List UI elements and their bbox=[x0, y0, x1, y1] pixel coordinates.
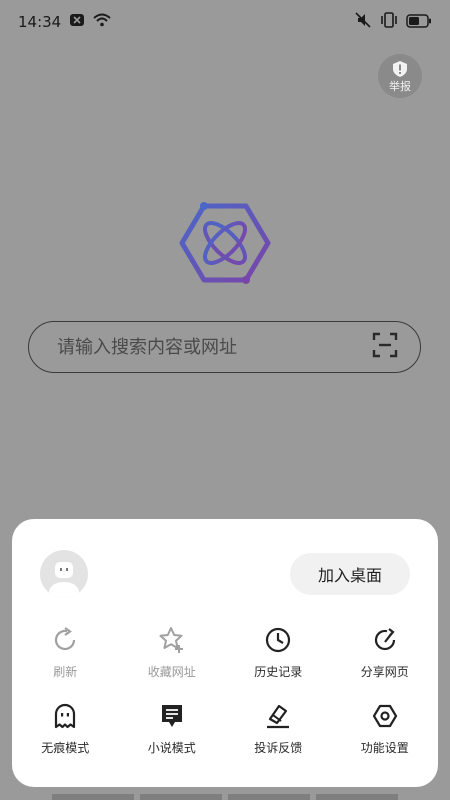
share-icon bbox=[370, 625, 400, 655]
settings-hexagon-icon bbox=[370, 701, 400, 731]
search-bar[interactable] bbox=[28, 321, 421, 373]
menu-item-label: 无痕模式 bbox=[41, 741, 90, 755]
notification-icon bbox=[69, 13, 85, 31]
novel-icon bbox=[157, 701, 187, 731]
menu-item-label: 小说模式 bbox=[147, 741, 196, 755]
tab-edge bbox=[140, 794, 222, 800]
ghost-icon bbox=[50, 701, 80, 731]
avatar[interactable] bbox=[40, 550, 88, 598]
scan-icon[interactable] bbox=[372, 332, 398, 362]
menu-item-label: 功能设置 bbox=[360, 741, 409, 755]
wifi-icon bbox=[93, 13, 111, 31]
battery-icon bbox=[406, 13, 432, 32]
menu-item-incognito[interactable]: 无痕模式 bbox=[12, 701, 119, 777]
menu-item-novel[interactable]: 小说模式 bbox=[119, 701, 226, 777]
status-time: 14:34 bbox=[18, 13, 62, 31]
menu-item-favorite[interactable]: 收藏网址 bbox=[119, 625, 226, 701]
menu-item-label: 收藏网址 bbox=[147, 665, 196, 679]
menu-sheet: 加入桌面 刷新 收藏网址 历史记录 分享网页 无痕模式 小说模式 投诉反馈 功能… bbox=[12, 519, 438, 787]
menu-item-refresh[interactable]: 刷新 bbox=[12, 625, 119, 701]
favorite-star-icon bbox=[157, 625, 187, 655]
mute-vibrate-icon bbox=[354, 12, 372, 32]
add-to-desktop-button[interactable]: 加入桌面 bbox=[290, 553, 410, 595]
report-label: 举报 bbox=[389, 79, 411, 93]
menu-item-history[interactable]: 历史记录 bbox=[225, 625, 332, 701]
menu-row: 无痕模式 小说模式 投诉反馈 功能设置 bbox=[12, 701, 438, 777]
status-bar: 14:34 bbox=[0, 0, 450, 44]
tab-edge bbox=[228, 794, 310, 800]
shield-alert-icon bbox=[392, 60, 408, 81]
menu-row: 刷新 收藏网址 历史记录 分享网页 bbox=[12, 625, 438, 701]
tab-edge bbox=[52, 794, 134, 800]
report-button[interactable]: 举报 bbox=[378, 54, 422, 98]
bottom-tabbar-edge bbox=[52, 794, 398, 800]
menu-item-settings[interactable]: 功能设置 bbox=[332, 701, 439, 777]
status-right bbox=[354, 12, 432, 32]
status-left: 14:34 bbox=[18, 13, 111, 31]
menu-item-label: 分享网页 bbox=[360, 665, 409, 679]
tab-edge bbox=[316, 794, 398, 800]
vibrate-icon bbox=[380, 12, 398, 32]
menu-item-label: 刷新 bbox=[53, 665, 78, 679]
menu-item-label: 投诉反馈 bbox=[254, 741, 303, 755]
search-input[interactable] bbox=[55, 335, 359, 359]
refresh-icon bbox=[50, 625, 80, 655]
menu-item-share[interactable]: 分享网页 bbox=[332, 625, 439, 701]
menu-item-feedback[interactable]: 投诉反馈 bbox=[225, 701, 332, 777]
app-logo-icon bbox=[178, 200, 272, 286]
menu-grid: 刷新 收藏网址 历史记录 分享网页 无痕模式 小说模式 投诉反馈 功能设置 bbox=[12, 625, 438, 777]
feedback-icon bbox=[263, 701, 293, 731]
history-clock-icon bbox=[263, 625, 293, 655]
menu-item-label: 历史记录 bbox=[254, 665, 303, 679]
